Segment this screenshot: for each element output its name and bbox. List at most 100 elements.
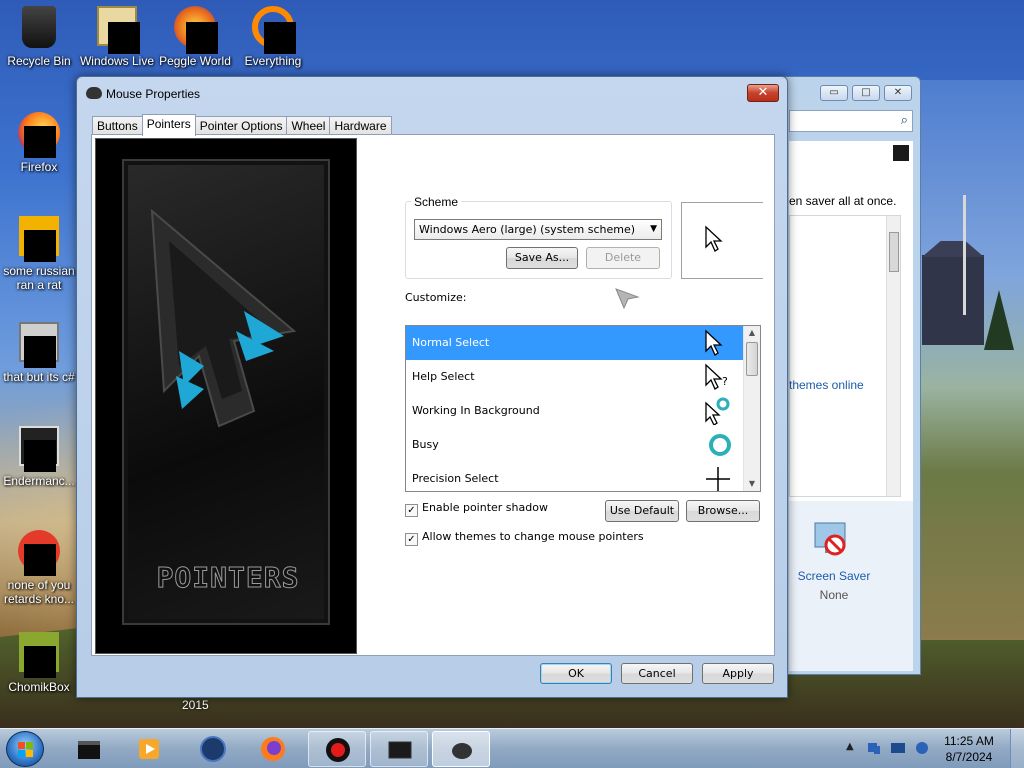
close-button[interactable]: ✕ (884, 85, 912, 101)
cursor-list-scrollbar[interactable]: ▲ ▼ (743, 326, 760, 491)
get-themes-online-link[interactable]: themes online (789, 378, 864, 392)
search-icon[interactable]: ⌕ (901, 113, 908, 128)
close-button[interactable]: ✕ (747, 84, 779, 102)
cursor-name: Busy (412, 438, 439, 451)
desktop-icon-everything[interactable]: Everything (234, 6, 312, 68)
themes-list[interactable] (789, 215, 901, 497)
cancel-button[interactable]: Cancel (621, 663, 693, 684)
tab-wheel[interactable]: Wheel (286, 116, 331, 136)
apply-button[interactable]: Apply (702, 663, 774, 684)
desktop-icon-endermanch[interactable]: Endermanc... (0, 426, 78, 488)
personalization-content: en saver all at once. themes online Scre… (789, 141, 913, 671)
cursor-name: Precision Select (412, 472, 499, 485)
explorer-icon (78, 741, 100, 759)
desktop-icon-russian-rat[interactable]: some russian ran a rat (0, 216, 78, 292)
cursor-row-busy[interactable]: Busy (406, 428, 760, 462)
shortcut-icon (16, 530, 62, 576)
scroll-down-icon[interactable]: ▼ (744, 477, 760, 491)
browse-button[interactable]: Browse... (686, 500, 760, 522)
firefox-icon (16, 112, 62, 158)
working-cursor-icon (705, 397, 730, 425)
cursor-name: Help Select (412, 370, 475, 383)
title-bar[interactable]: Mouse Properties ✕ (77, 77, 787, 109)
enable-pointer-shadow-checkbox[interactable]: ✓ Enable pointer shadow (405, 501, 548, 517)
network-icon[interactable] (866, 740, 882, 756)
allow-themes-checkbox[interactable]: ✓ Allow themes to change mouse pointers (405, 530, 644, 546)
action-center-icon[interactable] (914, 740, 930, 756)
help-icon[interactable] (893, 145, 909, 161)
gray-arrow-cursor-icon (615, 288, 640, 309)
delete-button[interactable]: Delete (586, 247, 660, 269)
chomikbox-icon (16, 632, 62, 678)
screen-saver-icon (814, 522, 846, 556)
minimize-button[interactable]: ▭ (820, 85, 848, 101)
checkbox-checked-icon[interactable]: ✓ (405, 504, 418, 517)
screen-saver-value: None (819, 588, 849, 602)
tab-pointers[interactable]: Pointers (141, 114, 196, 136)
artwork-wordmark: POINTERS (156, 561, 300, 595)
taskbar-recorder[interactable] (308, 731, 366, 767)
recycle-bin-icon (16, 6, 62, 52)
mouse-icon (86, 87, 102, 99)
search-input[interactable]: ⌕ (789, 110, 913, 132)
screen-saver-panel[interactable]: Screen Saver None (789, 501, 913, 671)
cursor-row-precision-select[interactable]: Precision Select (406, 462, 760, 491)
desktop-icon-chomikbox[interactable]: ChomikBox (0, 632, 78, 694)
cursor-row-working-in-background[interactable]: Working In Background (406, 394, 760, 428)
window-controls: ▭ □ ✕ (820, 85, 912, 101)
chevron-down-icon[interactable]: ▼ (650, 220, 657, 239)
desktop-icon-windows-live[interactable]: Windows Live (78, 6, 156, 68)
mouse-properties-dialog[interactable]: Mouse Properties ✕ Buttons Pointers Poin… (76, 76, 788, 698)
cursor-name: Working In Background (412, 404, 540, 417)
maximize-button[interactable]: □ (852, 85, 880, 101)
tab-pointer-options[interactable]: Pointer Options (194, 116, 288, 136)
system-tray: ▲ 11:25 AM 8/7/2024 (840, 729, 1024, 768)
svg-text:?: ? (722, 375, 728, 388)
crosshair-cursor-icon (706, 467, 730, 491)
shortcut-icon (16, 322, 62, 368)
use-default-button[interactable]: Use Default (605, 500, 679, 522)
windows-live-icon (94, 6, 140, 54)
taskbar-monitor[interactable] (370, 731, 428, 767)
busy-cursor-icon (709, 434, 731, 456)
pointers-artwork: POINTERS (95, 138, 357, 654)
themes-scrollbar[interactable] (886, 216, 900, 496)
desktop-icon-recycle-bin[interactable]: Recycle Bin (0, 6, 78, 68)
monitor-icon (388, 741, 412, 759)
scroll-thumb[interactable] (889, 232, 899, 272)
desktop-icon-firefox[interactable]: Firefox (0, 112, 78, 174)
cursor-row-help-select[interactable]: Help Select ? (406, 360, 760, 394)
desktop-icon-none-of-you[interactable]: none of you retards kno... (0, 530, 78, 606)
desktop-icon-csharp[interactable]: that but its c# (0, 322, 78, 384)
tab-hardware[interactable]: Hardware (329, 116, 392, 136)
scroll-up-icon[interactable]: ▲ (744, 326, 760, 340)
everything-icon (250, 6, 296, 54)
chevron-up-icon[interactable]: ▲ (846, 741, 854, 752)
screen-saver-description: en saver all at once. (789, 194, 897, 208)
arrow-cursor-icon (705, 329, 723, 356)
save-as-button[interactable]: Save As... (506, 247, 578, 269)
start-button[interactable] (6, 731, 44, 767)
desktop-icon-peggle-world[interactable]: Peggle World (156, 6, 234, 68)
clock[interactable]: 11:25 AM 8/7/2024 (934, 733, 1004, 765)
taskbar-globe[interactable] (184, 731, 242, 767)
shortcut-icon (16, 426, 62, 472)
show-desktop-button[interactable] (1010, 729, 1024, 768)
ok-button[interactable]: OK (540, 663, 612, 684)
taskbar-mouse-properties[interactable] (432, 731, 490, 767)
cursor-list[interactable]: Normal Select Help Select ? Working In B… (405, 325, 761, 492)
taskbar-firefox[interactable] (244, 731, 302, 767)
tab-buttons[interactable]: Buttons (92, 116, 143, 136)
taskbar-explorer[interactable] (60, 731, 118, 767)
scroll-thumb[interactable] (746, 342, 758, 376)
wallpaper-pole (963, 195, 966, 315)
checkbox-checked-icon[interactable]: ✓ (405, 533, 418, 546)
screen-saver-label[interactable]: Screen Saver (789, 569, 879, 583)
display-icon[interactable] (890, 740, 906, 756)
taskbar-media-player[interactable] (120, 731, 178, 767)
scheme-selected: Windows Aero (large) (system scheme) (419, 223, 636, 236)
cursor-row-normal-select[interactable]: Normal Select (406, 326, 760, 360)
peggle-icon (172, 6, 218, 54)
scheme-dropdown[interactable]: Windows Aero (large) (system scheme) ▼ (414, 219, 662, 240)
personalization-window[interactable]: ▭ □ ✕ ⌕ en saver all at once. themes onl… (780, 76, 921, 675)
